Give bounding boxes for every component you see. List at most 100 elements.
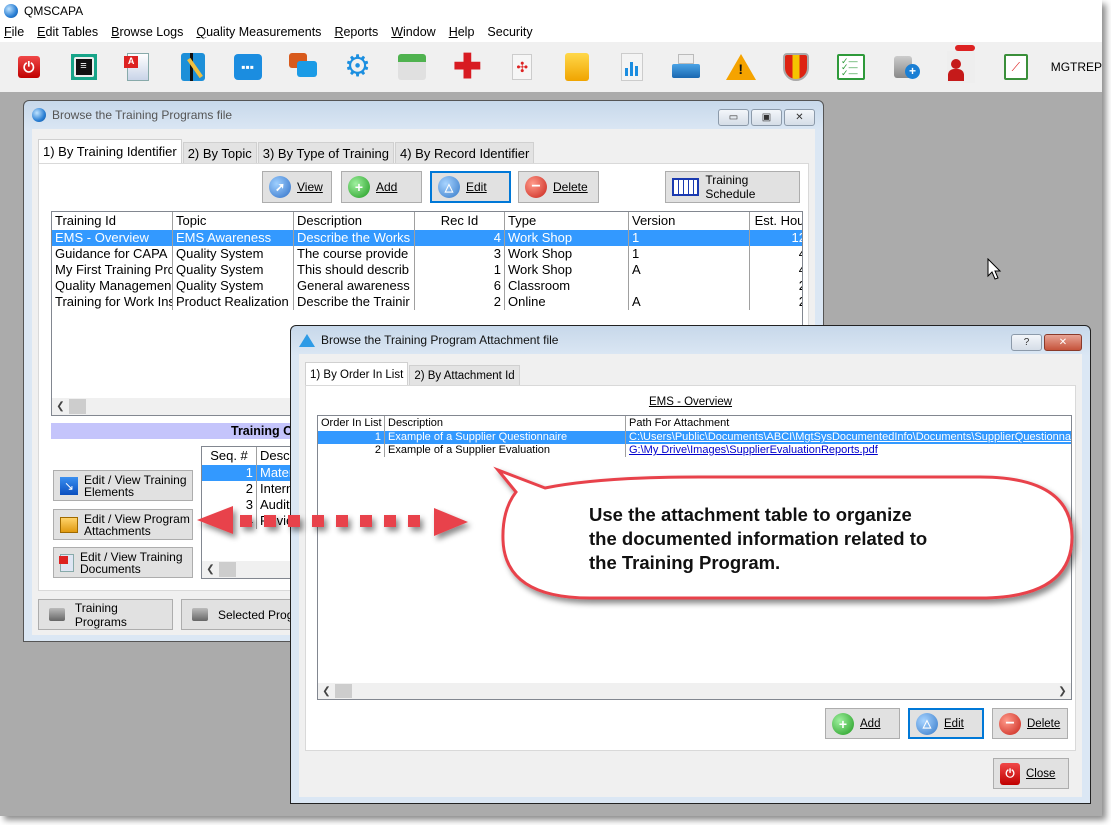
scroll-right-icon[interactable]: ❯ (1054, 686, 1071, 697)
help-button[interactable]: ? (1011, 334, 1042, 351)
column-header-description[interactable]: Description (294, 212, 415, 230)
cell-topic: Quality System (173, 246, 294, 262)
attachment-add-label: Add (860, 717, 881, 730)
edit-view-training-elements-button[interactable]: ↘ Edit / View Training Elements (53, 470, 193, 501)
printer-icon[interactable] (672, 53, 701, 81)
column-header-training-id[interactable]: Training Id (52, 212, 173, 230)
attachment-window-controls: ? ✕ (1011, 334, 1082, 351)
menu-help[interactable]: Help (449, 25, 475, 39)
edit-view-training-elements-label: Edit / View Training Elements (84, 474, 187, 498)
tab-by-topic[interactable]: 2) By Topic (182, 142, 257, 163)
clipboard-chart-icon[interactable]: ⟋ (1002, 53, 1030, 81)
chat-bubbles-icon[interactable] (288, 53, 317, 81)
tab-by-type-of-training[interactable]: 3) By Type of Training (257, 142, 394, 163)
print-training-programs-button[interactable]: Training Programs (38, 599, 173, 630)
cell-description: Describe the Trainir (294, 294, 415, 310)
column-header-order-in-list[interactable]: Order In List (318, 416, 385, 431)
notebook-pencil-icon[interactable] (179, 53, 207, 81)
column-header-topic[interactable]: Topic (173, 212, 294, 230)
window-controls: ▭ ▣ ✕ (718, 109, 815, 126)
scroll-thumb[interactable] (219, 562, 236, 577)
table-row[interactable]: 2 Example of a Supplier Evaluation G:\My D… (318, 444, 1071, 457)
attachment-edit-button[interactable]: △ Edit (908, 708, 984, 739)
column-header-path-for-attachment[interactable]: Path For Attachment (626, 416, 1071, 431)
close-window-button[interactable]: ✕ (1044, 334, 1082, 351)
target-document-icon[interactable]: ✣ (508, 53, 536, 81)
maximize-button[interactable]: ▣ (751, 109, 782, 126)
table-row[interactable]: Quality Managemen Quality System General a… (52, 278, 802, 294)
edit-button[interactable]: △ Edit (430, 171, 511, 203)
column-header-seq-[interactable]: Seq. # (202, 447, 257, 465)
list-icon[interactable]: ≡ (70, 53, 98, 81)
scroll-left-icon[interactable]: ❮ (318, 686, 335, 697)
attachment-path-link[interactable]: G:\My Drive\Images\SupplierEvaluationRep… (626, 444, 1071, 457)
menu-quality-measurements[interactable]: Quality Measurements (196, 25, 321, 39)
menu-file[interactable]: File (4, 25, 24, 39)
gear-icon[interactable]: ⚙ (344, 52, 372, 82)
tab-by-record-identifier[interactable]: 4) By Record Identifier (394, 142, 535, 163)
training-schedule-button[interactable]: Training Schedule (665, 171, 800, 203)
delete-button[interactable]: − Delete (518, 171, 599, 203)
table-row[interactable]: Guidance for CAPA Quality System The cours… (52, 246, 802, 262)
table-row[interactable]: 1 Example of a Supplier Questionnaire C:\U… (318, 431, 1071, 444)
print-selected-program-button[interactable]: Selected Progra (181, 599, 291, 630)
column-header-version[interactable]: Version (629, 212, 750, 230)
bar-chart-report-icon[interactable] (618, 53, 646, 81)
edit-label: Edit (466, 180, 487, 194)
plus-icon: + (832, 712, 854, 735)
table-row[interactable]: Training for Work Ins Product Realization… (52, 294, 802, 310)
cell-version: 1 (629, 246, 750, 262)
cell-seq: 4 (202, 513, 257, 529)
scroll-thumb[interactable] (69, 399, 86, 414)
table-row[interactable]: My First Training Pro Quality System This … (52, 262, 802, 278)
close-button[interactable]: ✕ (784, 109, 815, 126)
edit-view-training-documents-button[interactable]: Edit / View Training Documents (53, 547, 193, 578)
tab-by-order-in-list[interactable]: 1) By Order In List (305, 362, 409, 386)
add-button[interactable]: + Add (341, 171, 422, 203)
org-chart-icon[interactable]: ▪▪▪ (233, 53, 262, 81)
app-titlebar: QMSCAPA (0, 0, 1102, 22)
main-tabs: 1) By Training Identifier 2) By Topic 3) B… (38, 139, 535, 163)
column-header-est-hou[interactable]: Est. Hou (750, 212, 802, 230)
table-header: Training Id Topic Description Rec Id Type Ver… (52, 212, 802, 230)
menu-window[interactable]: Window (391, 25, 435, 39)
scroll-left-icon[interactable]: ❮ (52, 401, 69, 412)
plus-icon: + (348, 176, 370, 198)
attachment-delete-button[interactable]: − Delete (992, 708, 1068, 739)
column-header-description[interactable]: Description (385, 416, 626, 431)
shield-icon[interactable] (782, 53, 810, 81)
attachment-close-button[interactable]: ⏻ Close (993, 758, 1069, 789)
tab-by-training-identifier[interactable]: 1) By Training Identifier (38, 139, 182, 163)
warning-icon[interactable]: ! (726, 53, 757, 81)
cell-version: A (629, 262, 750, 278)
power-icon[interactable]: ⏻ (15, 53, 43, 81)
scroll-thumb[interactable] (335, 684, 352, 698)
database-add-icon[interactable]: + (892, 53, 921, 81)
user-card-icon[interactable] (947, 45, 976, 83)
delete-label: Delete (553, 180, 588, 194)
edit-view-program-attachments-button[interactable]: Edit / View Program Attachments (53, 509, 193, 540)
pdf-document-icon[interactable]: A (124, 53, 152, 81)
calendar-grid-icon (672, 178, 700, 196)
cell-seq: 3 (202, 497, 257, 513)
attachments-horizontal-scrollbar[interactable]: ❮ ❯ (318, 683, 1071, 699)
column-header-rec-id[interactable]: Rec Id (415, 212, 505, 230)
table-row[interactable]: EMS - Overview EMS Awareness Describe the … (52, 230, 802, 246)
menu-browse-logs[interactable]: Browse Logs (111, 25, 183, 39)
attachment-edit-label: Edit (944, 717, 964, 730)
minimize-button[interactable]: ▭ (718, 109, 749, 126)
menu-reports[interactable]: Reports (334, 25, 378, 39)
menu-edit-tables[interactable]: Edit Tables (37, 25, 98, 39)
view-button[interactable]: ➚ View (262, 171, 332, 203)
tab-by-attachment-id[interactable]: 2) By Attachment Id (409, 365, 520, 386)
column-header-type[interactable]: Type (505, 212, 629, 230)
checklist-icon[interactable]: ✓— ✓— ✓— (837, 53, 866, 81)
address-book-icon[interactable] (563, 53, 591, 81)
red-cross-icon[interactable]: ✚ (453, 50, 482, 84)
scroll-left-icon[interactable]: ❮ (202, 564, 219, 575)
mgtrep-button[interactable]: MGTREP (1051, 60, 1102, 74)
attachment-path-link[interactable]: C:\Users\Public\Documents\ABCI\MgtSysDoc… (626, 431, 1071, 444)
attachment-add-button[interactable]: + Add (825, 708, 900, 739)
calendar-icon[interactable] (398, 53, 427, 81)
menu-security[interactable]: Security (487, 25, 532, 39)
